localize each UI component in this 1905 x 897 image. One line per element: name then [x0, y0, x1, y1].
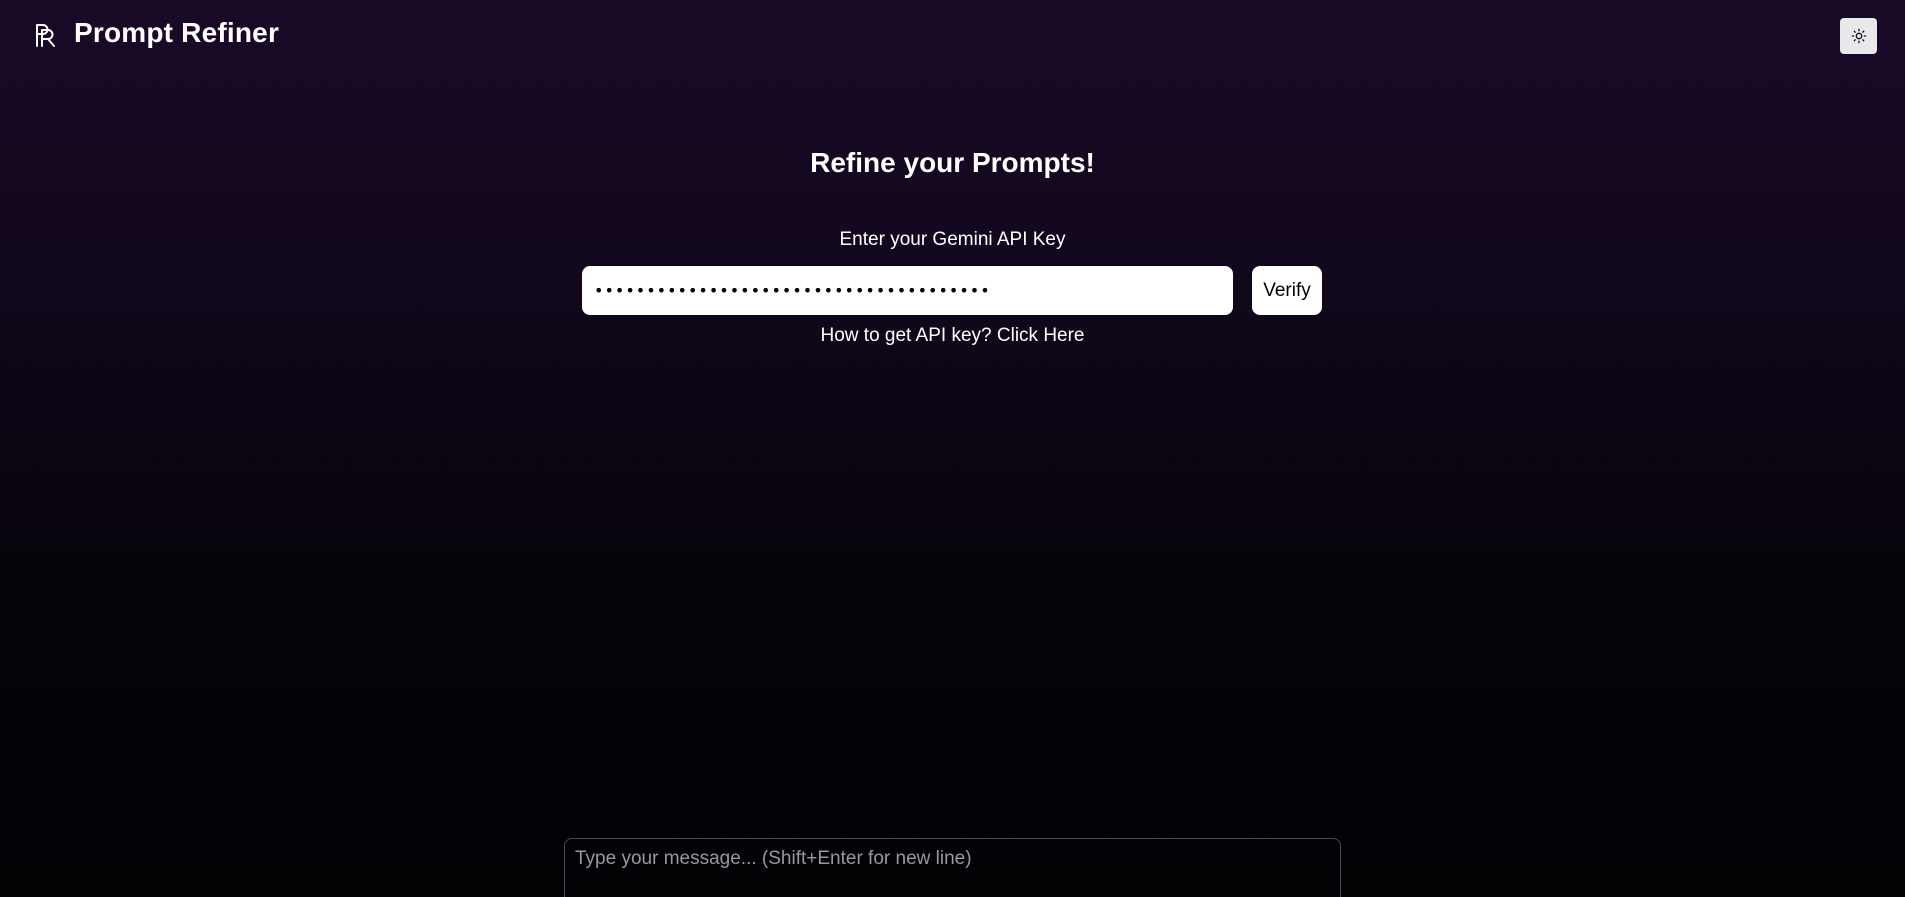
sun-icon [1851, 28, 1866, 44]
theme-toggle-button[interactable] [1840, 18, 1877, 54]
page-heading: Refine your Prompts! [810, 147, 1095, 178]
message-input[interactable] [564, 838, 1341, 897]
api-key-help: How to get API key? Click Here [0, 325, 1905, 347]
api-key-label: Enter your Gemini API Key [839, 229, 1066, 250]
pr-logo-icon [36, 24, 55, 47]
verify-button[interactable]: Verify [1252, 266, 1322, 315]
api-key-input[interactable] [582, 266, 1233, 315]
api-key-help-link[interactable]: How to get API key? Click Here [821, 325, 1085, 346]
app-title: Prompt Refiner [74, 17, 280, 48]
app-header: Prompt Refiner [0, 0, 1905, 70]
